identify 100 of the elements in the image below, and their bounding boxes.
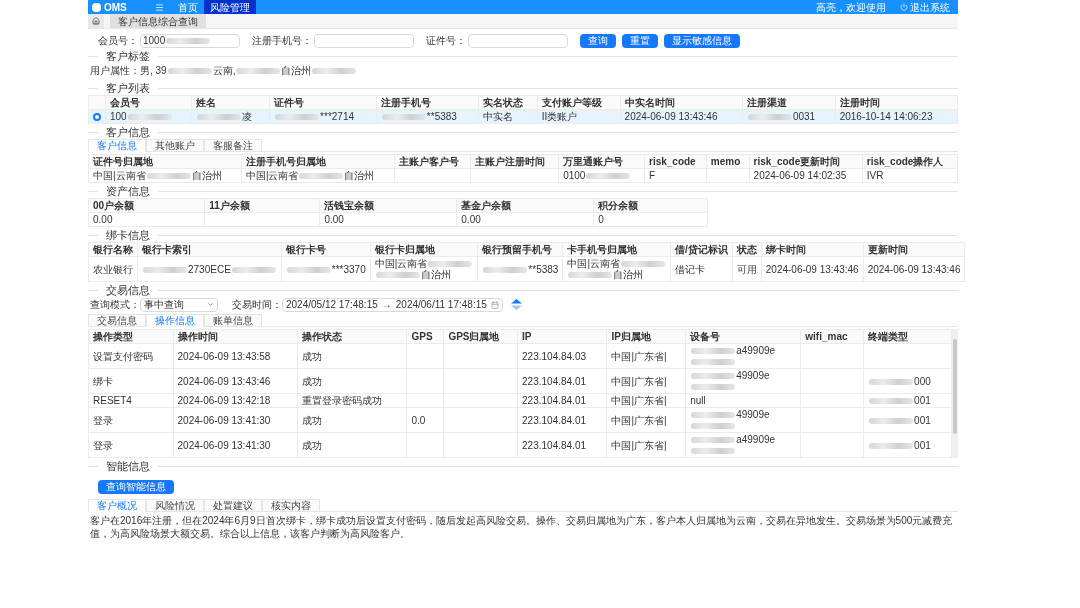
blurred-text — [483, 266, 528, 273]
table-cell: 2024-06-09 13:41:30 — [173, 407, 298, 433]
table-cell: 2024-06-09 14:02:35 — [749, 168, 863, 183]
column-header: IP — [517, 329, 607, 344]
cell-text: 100 — [110, 111, 127, 122]
blurred-text — [691, 373, 736, 380]
select-value: 事中查询 — [144, 298, 184, 312]
column-header: 中实名时间 — [620, 95, 743, 110]
sort-toggle-icon[interactable] — [510, 299, 522, 310]
tab[interactable]: 交易信息 — [88, 314, 146, 327]
table-cell: 2024-06-09 13:43:58 — [173, 343, 298, 369]
tab[interactable]: 客户信息 — [88, 139, 146, 152]
cell-text: 自治州 — [344, 170, 375, 181]
blurred-text — [586, 173, 631, 180]
column-header: 注册手机号归属地 — [241, 154, 395, 169]
blurred-text — [146, 173, 191, 180]
input-field[interactable] — [314, 33, 414, 48]
table-cell: 借记卡 — [670, 256, 733, 282]
tab[interactable]: 操作信息 — [146, 314, 204, 327]
tab[interactable]: 客户概况 — [88, 499, 146, 512]
column-header: memo — [706, 154, 750, 169]
action-button[interactable]: 查询智能信息 — [98, 480, 174, 494]
column-header: 状态 — [732, 242, 762, 257]
column-header: 银行卡索引 — [137, 242, 282, 257]
field-label: 会员号： — [98, 34, 138, 48]
cell-text: 中国|云南省 — [567, 258, 620, 269]
table-cell: 设置支付密码 — [88, 343, 174, 369]
table-cell: 登录 — [88, 432, 174, 458]
end-date: 2024/06/11 17:48:15 — [395, 298, 487, 312]
column-header: 银行预留手机号 — [477, 242, 563, 257]
table-cell: 2024-06-09 13:43:46 — [863, 256, 965, 282]
table-cell: 223.104.84.03 — [517, 343, 607, 369]
menu-icon[interactable] — [154, 2, 164, 12]
column-header: 00户余额 — [88, 198, 205, 213]
table-cell: 223.104.84.01 — [517, 393, 607, 408]
scrollbar[interactable] — [952, 329, 958, 458]
column-header: 支付账户等级 — [537, 95, 621, 110]
mode-select[interactable]: 事中查询 — [140, 297, 218, 312]
table-cell: F — [644, 168, 707, 183]
input-field[interactable] — [468, 33, 568, 48]
tab[interactable]: 风险情况 — [146, 499, 204, 512]
blurred-text — [381, 114, 426, 121]
action-button[interactable]: 查询 — [580, 33, 616, 48]
blurred-text — [691, 348, 736, 355]
blurred-text — [869, 442, 914, 449]
cell-text: 000 — [914, 375, 931, 387]
column-header: 活钱宝余额 — [319, 198, 457, 213]
field-label: 证件号： — [426, 34, 466, 48]
column-header: 姓名 — [191, 95, 270, 110]
column-header: 主账户客户号 — [394, 154, 471, 169]
input-field[interactable]: 1000 — [140, 33, 240, 48]
cell-text: 用户属性：男, 39 — [90, 64, 167, 78]
cell-text: 49909e — [736, 370, 770, 381]
column-header: 万里通账户号 — [558, 154, 645, 169]
table-cell: 中国|广东省| — [606, 343, 686, 369]
action-button[interactable]: 显示敏感信息 — [664, 33, 740, 48]
blurred-text — [691, 448, 736, 455]
blurred-text — [691, 412, 736, 419]
blurred-text — [869, 398, 914, 405]
column-header: 注册渠道 — [742, 95, 836, 110]
table-cell: 成功 — [297, 432, 407, 458]
column-header: 11户余额 — [204, 198, 320, 213]
column-header: 实名状态 — [478, 95, 538, 110]
column-header: risk_code更新时间 — [749, 154, 863, 169]
breadcrumb-tab[interactable]: 客户信息综合查询 — [110, 14, 206, 28]
power-icon[interactable] — [900, 3, 908, 11]
range-arrow: → — [381, 298, 392, 312]
date-range-field[interactable]: 2024/05/12 17:48:15 → 2024/06/11 17:48:15 — [282, 297, 503, 312]
cell-text: **5383 — [426, 111, 457, 122]
tab[interactable]: 客服备注 — [204, 139, 262, 152]
blurred-text — [299, 173, 344, 180]
column-header: 证件号归属地 — [88, 154, 242, 169]
cell-text: ***3370 — [331, 263, 366, 275]
radio-button[interactable] — [93, 112, 101, 121]
blurred-text — [167, 67, 212, 74]
column-header: 银行卡号 — [281, 242, 371, 257]
table-cell: 成功 — [297, 368, 407, 394]
user-greeting: 高亮，欢迎使用 — [816, 0, 886, 15]
tab[interactable]: 核实内容 — [262, 499, 320, 512]
table-cell: 登录 — [88, 407, 174, 433]
blurred-text — [869, 417, 914, 424]
cell-text: 中国|云南省 — [374, 258, 428, 269]
blurred-text — [312, 67, 357, 74]
section-title: 客户列表 — [106, 82, 150, 94]
cell-text: 云南, — [212, 64, 236, 78]
column-header: risk_code — [644, 154, 707, 169]
cell-text: 中国|云南省 — [245, 170, 299, 181]
action-button[interactable]: 重置 — [622, 33, 658, 48]
cell-text: 0031 — [792, 111, 816, 122]
home-button[interactable] — [88, 14, 104, 28]
column-header: risk_code操作人 — [862, 154, 958, 169]
blurred-text — [691, 423, 736, 430]
cell-text: a49909e — [736, 434, 776, 445]
nav-item[interactable]: 风险管理 — [203, 0, 256, 14]
blurred-text — [747, 114, 792, 121]
column-header: 更新时间 — [863, 242, 965, 257]
tab[interactable]: 账单信息 — [204, 314, 262, 327]
tab[interactable]: 其他账户 — [146, 139, 204, 152]
tab[interactable]: 处置建议 — [204, 499, 262, 512]
table-cell: IVR — [862, 168, 958, 183]
